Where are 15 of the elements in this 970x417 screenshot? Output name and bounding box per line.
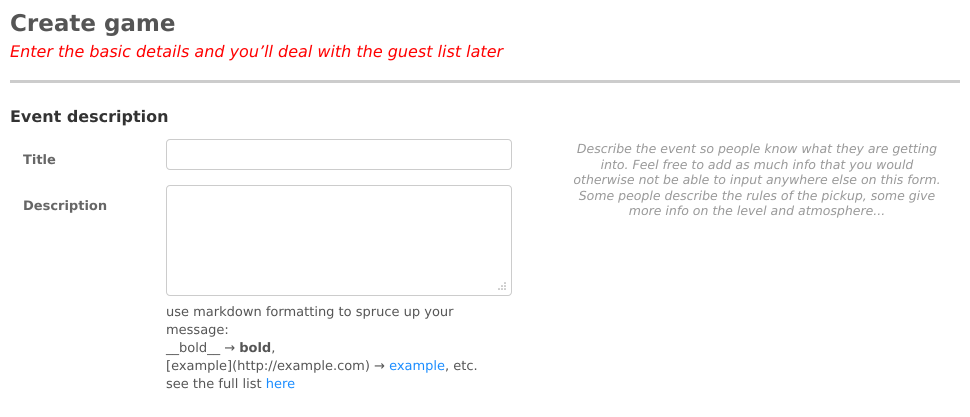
help-link[interactable]: here	[266, 377, 296, 392]
help-text: use markdown formatting to spruce up your message:	[166, 304, 454, 340]
title-field[interactable]	[166, 139, 512, 170]
page-title: Create game	[10, 10, 176, 38]
help-text: __bold__ → bold,	[166, 340, 276, 358]
hint-note: Describe the event so people know what they are getting into. Feel free to add as much info that you would otherwise not be able to input anywhere else on this form. Some people describe the rules of the pickup, some give more info on the level and atmosphere...	[572, 141, 942, 218]
description-field[interactable]	[166, 185, 512, 296]
field-label: Description	[23, 199, 108, 214]
help-link[interactable]: example	[389, 359, 446, 374]
section-title: Event description	[10, 107, 170, 127]
field-label: Title	[23, 153, 56, 168]
help-text: see the full list here	[166, 376, 296, 394]
resize-grip-icon[interactable]	[497, 281, 506, 290]
help-text: [example](http://example.com) → example, etc.	[166, 358, 479, 376]
page-subtitle: Enter the basic details and you’ll deal with the guest list later	[10, 41, 505, 63]
